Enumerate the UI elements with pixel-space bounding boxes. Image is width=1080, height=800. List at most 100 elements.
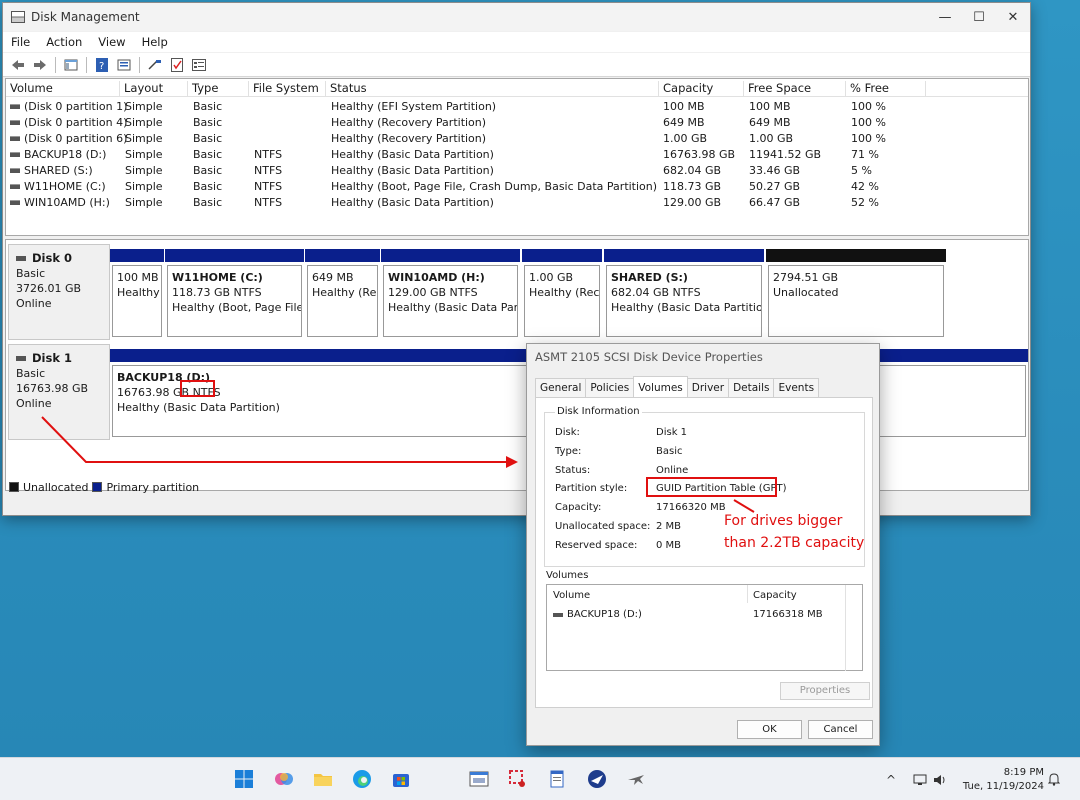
details-icon[interactable] bbox=[191, 57, 207, 73]
network-icon[interactable] bbox=[913, 758, 927, 800]
toolbar-separator bbox=[139, 56, 140, 73]
cell-type: Basic bbox=[193, 164, 223, 177]
cell-type: Basic bbox=[193, 148, 223, 161]
close-button[interactable]: ✕ bbox=[996, 3, 1030, 31]
menu-file[interactable]: File bbox=[3, 32, 38, 52]
cell-free-space: 649 MB bbox=[749, 116, 791, 129]
col-volume[interactable]: Volume bbox=[553, 590, 590, 601]
drive-icon bbox=[10, 120, 20, 125]
cell-capacity: 682.04 GB bbox=[663, 164, 722, 177]
legend-primary-partition: Primary partition bbox=[106, 480, 200, 494]
partition-win10amd[interactable]: WIN10AMD (H:) 129.00 GB NTFS Healthy (Ba… bbox=[381, 249, 520, 339]
cancel-button[interactable]: Cancel bbox=[808, 720, 873, 739]
drive-icon bbox=[10, 200, 20, 205]
drive-icon bbox=[10, 136, 20, 141]
volume-icon[interactable] bbox=[933, 758, 947, 800]
col-free-space[interactable]: Free Space bbox=[744, 81, 846, 96]
col-percent-free[interactable]: % Free bbox=[846, 81, 926, 96]
table-row[interactable]: SHARED (S:) Simple Basic NTFS Healthy (B… bbox=[6, 163, 1028, 179]
disk-1-label[interactable]: Disk 1 Basic 16763.98 GB Online bbox=[8, 344, 110, 440]
table-row[interactable]: (Disk 0 partition 1) Simple Basic Health… bbox=[6, 99, 1028, 115]
drive-icon bbox=[10, 104, 20, 109]
cell-status: Healthy (Recovery Partition) bbox=[331, 116, 487, 129]
ntfs-highlight-box bbox=[180, 380, 215, 397]
primary-partition-bar bbox=[305, 249, 380, 262]
drive-icon bbox=[10, 184, 20, 189]
menu-view[interactable]: View bbox=[90, 32, 133, 52]
cell-capacity: 649 MB bbox=[663, 116, 705, 129]
table-row[interactable]: BACKUP18 (D:) Simple Basic NTFS Healthy … bbox=[6, 147, 1028, 163]
col-type[interactable]: Type bbox=[188, 81, 249, 96]
table-row[interactable]: (Disk 0 partition 6) Simple Basic Health… bbox=[6, 131, 1028, 147]
notifications-bell-icon[interactable] bbox=[1048, 758, 1060, 800]
table-row[interactable]: W11HOME (C:) Simple Basic NTFS Healthy (… bbox=[6, 179, 1028, 195]
col-status[interactable]: Status bbox=[326, 81, 659, 96]
partition-size: 682.04 GB NTFS bbox=[611, 286, 701, 299]
windows-start-icon[interactable] bbox=[234, 769, 254, 789]
cell-capacity: 1.00 GB bbox=[663, 132, 708, 145]
maximize-button[interactable]: ☐ bbox=[962, 3, 996, 31]
tab-driver[interactable]: Driver bbox=[686, 378, 730, 397]
menu-bar: File Action View Help bbox=[3, 32, 1030, 52]
app-icon[interactable] bbox=[587, 769, 607, 789]
system-clock[interactable]: 8:19 PM Tue, 11/19/2024 bbox=[963, 766, 1044, 794]
console-tree-icon[interactable] bbox=[63, 57, 79, 73]
checklist-icon[interactable] bbox=[169, 57, 185, 73]
col-file-system[interactable]: File System bbox=[249, 81, 326, 96]
properties-icon[interactable] bbox=[116, 57, 132, 73]
properties-button[interactable]: Properties bbox=[780, 682, 870, 700]
partition-shared[interactable]: SHARED (S:) 682.04 GB NTFS Healthy (Basi… bbox=[604, 249, 764, 339]
tab-policies[interactable]: Policies bbox=[585, 378, 635, 397]
cell-capacity: 16763.98 GB bbox=[663, 148, 736, 161]
table-row[interactable]: WIN10AMD (H:) Simple Basic NTFS Healthy … bbox=[6, 195, 1028, 211]
copilot-icon[interactable] bbox=[274, 769, 294, 789]
tray-chevron-icon[interactable]: ^ bbox=[886, 758, 896, 800]
drive-icon bbox=[553, 612, 563, 617]
tab-general[interactable]: General bbox=[535, 378, 587, 397]
primary-partition-bar bbox=[165, 249, 304, 262]
snipping-tool-icon[interactable] bbox=[508, 769, 528, 789]
disk-tool-icon[interactable] bbox=[469, 769, 489, 789]
info-type: Type: Basic bbox=[555, 446, 683, 457]
file-explorer-icon[interactable] bbox=[313, 769, 333, 789]
tab-details[interactable]: Details bbox=[728, 378, 775, 397]
cell-free-space: 33.46 GB bbox=[749, 164, 801, 177]
primary-partition-swatch bbox=[92, 482, 103, 492]
plane-app-icon[interactable] bbox=[626, 769, 646, 789]
partition-efi[interactable]: 100 MB Healthy bbox=[110, 249, 164, 339]
cell-type: Basic bbox=[193, 196, 223, 209]
cell-type: Basic bbox=[193, 100, 223, 113]
partition-recovery-6[interactable]: 1.00 GB Healthy (Recc bbox=[522, 249, 602, 339]
drive-icon bbox=[10, 152, 20, 157]
partition-recovery-4[interactable]: 649 MB Healthy (Rec bbox=[305, 249, 380, 339]
col-capacity[interactable]: Capacity bbox=[753, 590, 797, 601]
partition-unallocated[interactable]: 2794.51 GB Unallocated bbox=[766, 249, 946, 339]
menu-action[interactable]: Action bbox=[38, 32, 90, 52]
col-volume[interactable]: Volume bbox=[6, 81, 120, 96]
volume-list[interactable]: Volume Layout Type File System Status Ca… bbox=[5, 78, 1029, 236]
rescan-icon[interactable] bbox=[147, 57, 163, 73]
ok-button[interactable]: OK bbox=[737, 720, 802, 739]
col-capacity[interactable]: Capacity bbox=[659, 81, 744, 96]
title-bar[interactable]: Disk Management — ☐ ✕ bbox=[3, 3, 1030, 31]
minimize-button[interactable]: — bbox=[928, 3, 962, 31]
edge-icon[interactable] bbox=[352, 769, 372, 789]
table-row[interactable]: (Disk 0 partition 4) Simple Basic Health… bbox=[6, 115, 1028, 131]
partition-w11home[interactable]: W11HOME (C:) 118.73 GB NTFS Healthy (Boo… bbox=[165, 249, 304, 339]
store-icon[interactable] bbox=[391, 769, 411, 789]
menu-help[interactable]: Help bbox=[134, 32, 176, 52]
notepad-icon[interactable] bbox=[547, 769, 567, 789]
list-item[interactable]: BACKUP18 (D:) bbox=[553, 609, 642, 620]
tab-volumes[interactable]: Volumes bbox=[633, 376, 688, 397]
partition-name: WIN10AMD (H:) bbox=[388, 271, 485, 284]
forward-arrow-icon[interactable] bbox=[32, 57, 48, 73]
volumes-section-title: Volumes bbox=[546, 570, 589, 581]
cell-file-system: NTFS bbox=[254, 148, 283, 161]
tab-events[interactable]: Events bbox=[773, 378, 820, 397]
volumes-list[interactable]: Volume Capacity BACKUP18 (D:) 17166318 M… bbox=[546, 584, 863, 671]
cell-status: Healthy (Basic Data Partition) bbox=[331, 164, 494, 177]
help-icon[interactable]: ? bbox=[94, 57, 110, 73]
col-layout[interactable]: Layout bbox=[120, 81, 188, 96]
disk-0-label[interactable]: Disk 0 Basic 3726.01 GB Online bbox=[8, 244, 110, 340]
back-arrow-icon[interactable] bbox=[10, 57, 26, 73]
